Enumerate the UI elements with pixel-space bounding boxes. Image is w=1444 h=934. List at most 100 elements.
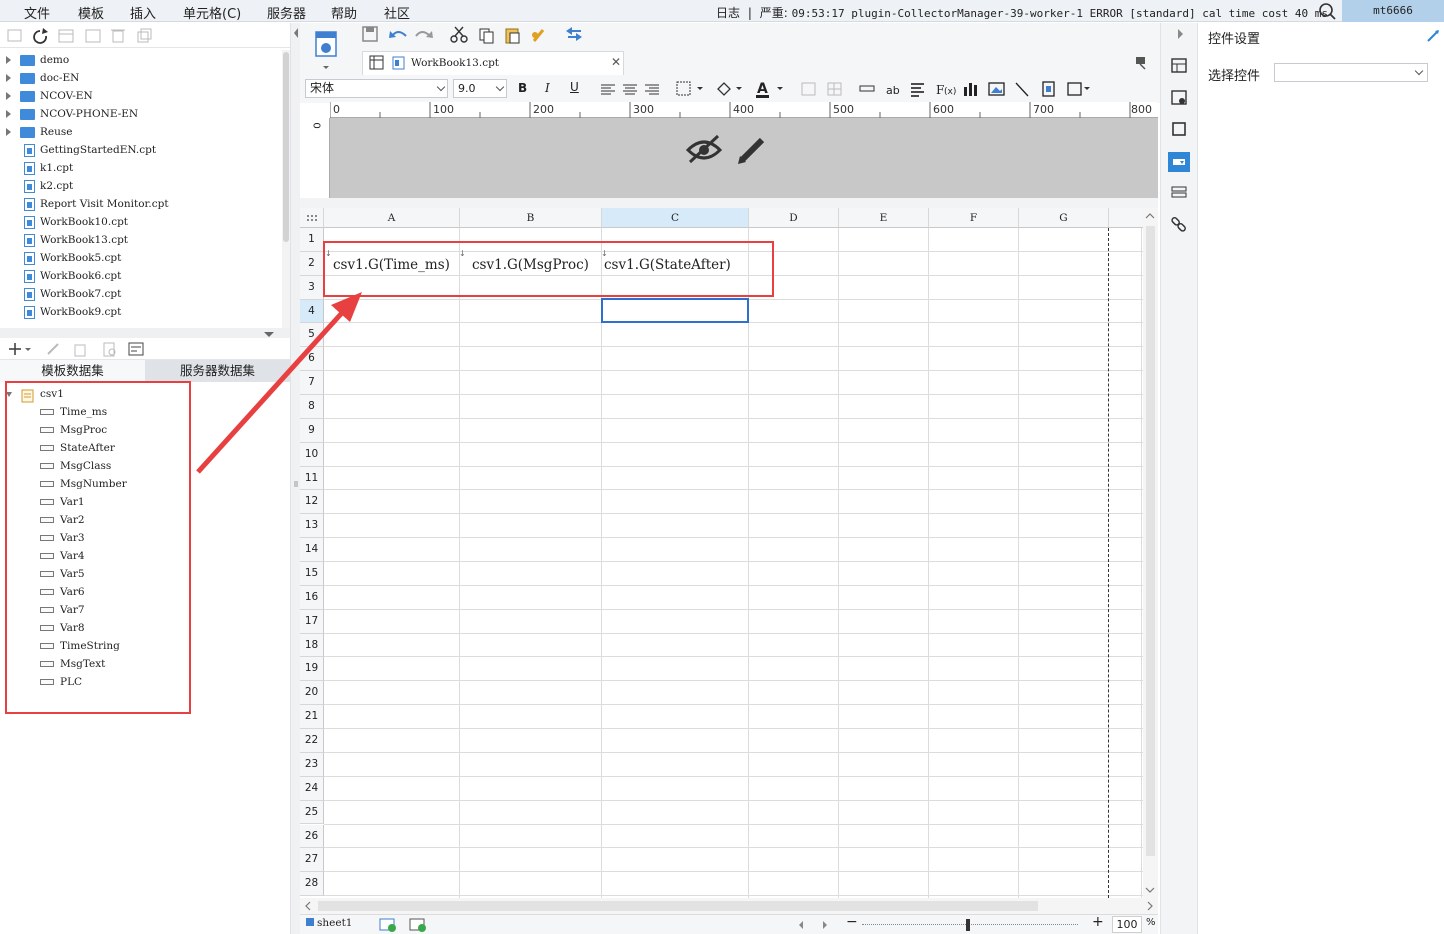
zoom-slider[interactable]	[862, 924, 1078, 925]
tree-item-file[interactable]: WorkBook7.cpt	[0, 286, 282, 304]
select-widget-dropdown[interactable]	[1274, 63, 1428, 82]
cell-properties-icon[interactable]	[1171, 58, 1187, 73]
row-header-10[interactable]: 10	[300, 442, 324, 467]
fill-color-icon[interactable]	[717, 82, 742, 96]
row-header-6[interactable]: 6	[300, 347, 324, 372]
preview-icon[interactable]	[103, 342, 116, 357]
grid-horizontal-scrollbar[interactable]	[300, 898, 1158, 914]
menu-insert[interactable]: 插入	[130, 3, 156, 22]
row-header-26[interactable]: 26	[300, 824, 324, 849]
row-header-14[interactable]: 14	[300, 538, 324, 563]
copy-icon[interactable]	[137, 28, 152, 43]
row-header-22[interactable]: 22	[300, 729, 324, 753]
underline-button[interactable]: U	[570, 80, 579, 94]
tree-item-file[interactable]: GettingStartedEN.cpt	[0, 142, 282, 160]
expand-arrow-icon[interactable]	[6, 110, 11, 118]
menu-help[interactable]: 帮助	[331, 3, 357, 22]
font-color-icon[interactable]: A	[756, 81, 783, 98]
slash-icon[interactable]	[1015, 82, 1029, 97]
row-header-7[interactable]: 7	[300, 371, 324, 396]
user-account[interactable]: mt6666	[1342, 0, 1444, 22]
row-header-4[interactable]: 4	[300, 299, 324, 324]
text-cell-icon[interactable]	[859, 85, 875, 92]
zoom-in-icon[interactable]: +	[1092, 914, 1104, 930]
cut-icon[interactable]	[450, 26, 468, 43]
delete-icon[interactable]	[111, 29, 125, 43]
align-left-icon[interactable]	[601, 84, 615, 95]
row-header-1[interactable]: 1	[300, 228, 324, 252]
config-icon[interactable]	[85, 29, 101, 43]
row-header-9[interactable]: 9	[300, 418, 324, 443]
row-header-11[interactable]: 11	[300, 466, 324, 491]
add-form-sheet-icon[interactable]	[409, 918, 426, 932]
row-header-20[interactable]: 20	[300, 681, 324, 706]
tree-item-file[interactable]: WorkBook10.cpt	[0, 214, 282, 232]
align-center-icon[interactable]	[623, 84, 637, 95]
merge-cells-icon[interactable]	[801, 82, 816, 96]
expand-arrow-icon[interactable]	[6, 92, 11, 100]
row-header-18[interactable]: 18	[300, 633, 324, 658]
template-menu-button[interactable]	[312, 28, 340, 69]
select-all-corner[interactable]	[300, 208, 324, 228]
font-family-select[interactable]: 宋体	[305, 79, 448, 98]
format-painter-icon[interactable]	[532, 29, 545, 42]
dataset-config-icon[interactable]	[128, 342, 144, 356]
pin-icon[interactable]	[1136, 57, 1146, 70]
row-header-5[interactable]: 5	[300, 323, 324, 348]
selected-cell-c4[interactable]	[601, 298, 749, 323]
tab-server-dataset[interactable]: 服务器数据集	[145, 360, 290, 382]
menu-template[interactable]: 模板	[78, 3, 104, 22]
condition-attributes-icon[interactable]	[1171, 186, 1187, 198]
row-header-16[interactable]: 16	[300, 585, 324, 610]
menu-cell[interactable]: 单元格(C)	[183, 3, 241, 22]
row-header-8[interactable]: 8	[300, 395, 324, 419]
tree-item-file[interactable]: WorkBook5.cpt	[0, 250, 282, 268]
column-header-c[interactable]: C	[602, 208, 749, 228]
log-bar[interactable]: 日志 | 严重: 09:53:17 plugin-CollectorManage…	[716, 4, 1328, 21]
row-header-23[interactable]: 23	[300, 752, 324, 777]
tree-item-file[interactable]: WorkBook6.cpt	[0, 268, 282, 286]
scrollbar-thumb[interactable]	[318, 901, 1038, 911]
row-header-28[interactable]: 28	[300, 872, 324, 897]
formula-icon[interactable]: F (x)	[936, 83, 956, 97]
file-tab[interactable]: WorkBook13.cpt ✕	[362, 51, 624, 75]
image-icon[interactable]	[988, 82, 1005, 96]
edit-icon[interactable]	[47, 343, 59, 355]
row-header-17[interactable]: 17	[300, 609, 324, 634]
row-header-12[interactable]: 12	[300, 490, 324, 515]
chart-icon[interactable]	[964, 83, 977, 96]
row-header-3[interactable]: 3	[300, 275, 324, 300]
tree-item-file[interactable]: WorkBook9.cpt	[0, 304, 282, 322]
bold-button[interactable]: B	[518, 81, 527, 95]
log-label[interactable]: 日志	[716, 6, 740, 20]
redo-icon[interactable]	[415, 31, 433, 38]
column-header-g[interactable]: G	[1019, 208, 1109, 228]
italic-button[interactable]: I	[545, 81, 550, 95]
menu-community[interactable]: 社区	[384, 3, 410, 22]
column-header-d[interactable]: D	[749, 208, 839, 228]
menu-file[interactable]: 文件	[24, 3, 50, 22]
row-header-21[interactable]: 21	[300, 705, 324, 730]
tree-item-file[interactable]: k1.cpt	[0, 160, 282, 178]
row-header-19[interactable]: 19	[300, 657, 324, 682]
zoom-slider-thumb[interactable]	[966, 919, 970, 931]
row-header-27[interactable]: 27	[300, 848, 324, 873]
refresh-icon[interactable]	[33, 28, 48, 44]
pin-panel-icon[interactable]	[1426, 29, 1440, 43]
column-header-a[interactable]: A	[324, 208, 460, 228]
row-header-24[interactable]: 24	[300, 776, 324, 801]
text-icon[interactable]: ab	[886, 84, 900, 97]
tree-item-file[interactable]: k2.cpt	[0, 178, 282, 196]
tree-item-file[interactable]: Report Visit Monitor.cpt	[0, 196, 282, 214]
sub-report-icon[interactable]	[1042, 81, 1055, 97]
undo-icon[interactable]	[389, 31, 407, 38]
add-sheet-icon[interactable]	[379, 918, 396, 932]
expand-arrow-icon[interactable]	[6, 56, 11, 64]
zoom-out-icon[interactable]: −	[846, 914, 858, 930]
delete-icon[interactable]	[74, 344, 86, 357]
frozen-icon[interactable]	[1067, 82, 1090, 96]
cell-element-icon[interactable]	[1172, 122, 1186, 136]
left-panel-divider[interactable]	[290, 23, 300, 934]
paste-icon[interactable]	[505, 28, 520, 44]
new-folder-icon[interactable]	[7, 29, 22, 42]
